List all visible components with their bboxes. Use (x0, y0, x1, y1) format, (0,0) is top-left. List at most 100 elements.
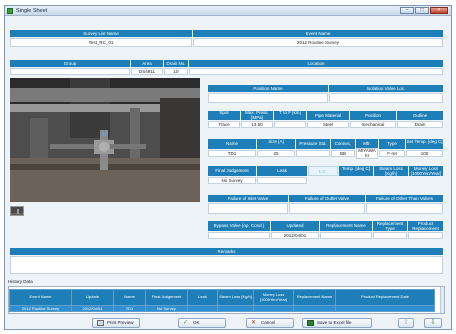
pipe-material-value: Steel (307, 121, 349, 128)
product-replacement-header: Product Replacement (408, 221, 443, 231)
history-column-header[interactable]: Final Judgement (145, 289, 188, 306)
group-header: Group (10, 60, 130, 67)
bypass-valve-header: Bypass Valve (op. Cond.) (208, 221, 270, 231)
position-header: Position (350, 111, 396, 120)
bypass-valve-value (208, 232, 270, 239)
photo-thumbnail[interactable] (10, 206, 24, 216)
t-to-f-header: T to F [km] (274, 111, 306, 120)
spot-value: Trace (208, 121, 240, 128)
history-column-header[interactable]: Steam Loss [Kg/h] (217, 289, 254, 306)
lc-header: L.C. (308, 166, 338, 176)
save-to-excel-label: Save to Excel file (317, 320, 352, 325)
history-header-row: Event Name Update Name Final Judgement Leak S… (9, 289, 435, 306)
connection-value: BB (331, 150, 355, 157)
mfr-value: MIYAWA KI (356, 148, 378, 159)
type-value: F-ret (379, 150, 405, 157)
survey-list-name-value: Test_RC_01 (10, 38, 192, 47)
max-press-header: Max. Press. [MPa] (241, 111, 273, 120)
excel-icon (307, 320, 314, 326)
cancel-button[interactable]: ✕ Cancel (246, 318, 294, 328)
leak-value (257, 177, 307, 184)
maximize-button[interactable]: □ (415, 7, 429, 14)
type-header: Type (379, 139, 405, 149)
history-column-header[interactable]: Money Loss [1000Yen/Year] (253, 289, 294, 306)
history-column-header[interactable]: Replacement Name (293, 289, 336, 306)
replacement-type-value (373, 232, 407, 239)
down-arrow-icon: ⇩ (430, 319, 436, 326)
remarks-field[interactable] (10, 256, 443, 274)
check-icon: ✓ (183, 320, 189, 326)
event-name-header: Event Name (193, 30, 443, 37)
location-header: Location (189, 60, 443, 67)
history-column-header[interactable]: Leak (187, 289, 218, 306)
leak-header: Leak (257, 166, 307, 176)
failure-outlet-header: Failure of Outlet Valve (289, 195, 365, 202)
table-cell: TD1 (113, 305, 146, 312)
svg-text:U: U (102, 130, 107, 138)
failure-other-header: Failure of Other Than Valves (366, 195, 443, 202)
isolation-valve-loc-value (329, 93, 443, 103)
product-replacement-value (408, 232, 443, 239)
size-value: 25 (257, 150, 295, 157)
minimize-button[interactable]: – (400, 7, 414, 14)
position-name-value (208, 93, 328, 103)
pressure-std-header: Pressure Std. (296, 139, 330, 149)
table-cell (217, 305, 254, 312)
save-to-excel-button[interactable]: Save to Excel file (302, 318, 372, 328)
event-name-value: 2012 Routine Survey (193, 38, 443, 47)
valve-photo[interactable]: U (10, 78, 200, 202)
photo-thumbnail-image (11, 207, 23, 215)
history-data-label: History Data (8, 279, 33, 284)
position-value: mechanical (350, 121, 396, 128)
table-row[interactable]: 2012 Routine Survey 2012/04/01 TD1 No Surve… (9, 305, 435, 312)
failure-inlet-header: Failure of Inlet Valve (208, 195, 288, 202)
history-column-header[interactable]: Product Replacement Date (335, 289, 435, 306)
cancel-icon: ✕ (251, 320, 257, 326)
history-column-header[interactable]: Name (113, 289, 146, 306)
connection-header: Connec. (331, 139, 355, 149)
close-button[interactable]: × (430, 7, 448, 14)
spot-header: Spot (208, 111, 240, 120)
updated-header: Updated (271, 221, 319, 231)
down-arrow-button[interactable]: ⇩ (424, 318, 442, 328)
name-header: Name (208, 139, 256, 149)
outline-header: Outline (397, 111, 443, 120)
location-value (189, 68, 443, 75)
title-bar[interactable]: Single Sheet – □ × (5, 6, 451, 16)
history-column-header[interactable]: Event Name (9, 289, 72, 306)
table-cell (293, 305, 336, 312)
table-cell: 2012 Routine Survey (9, 305, 72, 312)
print-preview-button[interactable]: Print Preview (92, 318, 140, 328)
steam-loss-header: Steam Loss [Kg/h] (374, 166, 408, 176)
history-table: Event Name Update Name Final Judgement Leak S… (9, 289, 435, 312)
ok-label: OK (193, 320, 200, 325)
outline-value: Drain (397, 121, 443, 128)
replacement-name-value (320, 232, 372, 239)
replacement-name-header: Replacement Name (320, 221, 372, 231)
pipe-material-header: Pipe Material (307, 111, 349, 120)
up-arrow-button[interactable]: ⇧ (398, 318, 414, 328)
final-judgement-header: Final Judgement (208, 166, 256, 176)
size-header: Size [A] (257, 139, 295, 149)
up-arrow-icon: ⇧ (403, 319, 409, 326)
remarks-header: Remarks (10, 248, 443, 255)
ok-button[interactable]: ✓ OK (178, 318, 226, 328)
table-cell (335, 305, 435, 312)
drain-no-header: Drain No. (164, 60, 188, 67)
failure-other-value (366, 203, 443, 214)
temp-header: Temp. [deg C] (339, 166, 373, 176)
history-scrollbar[interactable] (440, 287, 444, 313)
max-press-value: 13.50 (241, 121, 273, 128)
history-column-header[interactable]: Update (71, 289, 114, 306)
table-cell: 2012/04/01 (71, 305, 114, 312)
cancel-label: Cancel (261, 320, 276, 325)
failure-outlet-value (289, 203, 365, 214)
replacement-type-header: Replacement Type (373, 221, 407, 231)
valve-photo-image: U (10, 78, 200, 202)
updated-value: 2012/04/01 (271, 232, 319, 239)
money-loss-header: Money Loss [1000Yen/Year] (409, 166, 443, 176)
position-name-header: Position Name (208, 85, 328, 92)
isolation-valve-loc-header: Isolation Valve Loc. (329, 85, 443, 92)
table-cell: No Survey (145, 305, 188, 312)
area-header: Area (131, 60, 163, 67)
